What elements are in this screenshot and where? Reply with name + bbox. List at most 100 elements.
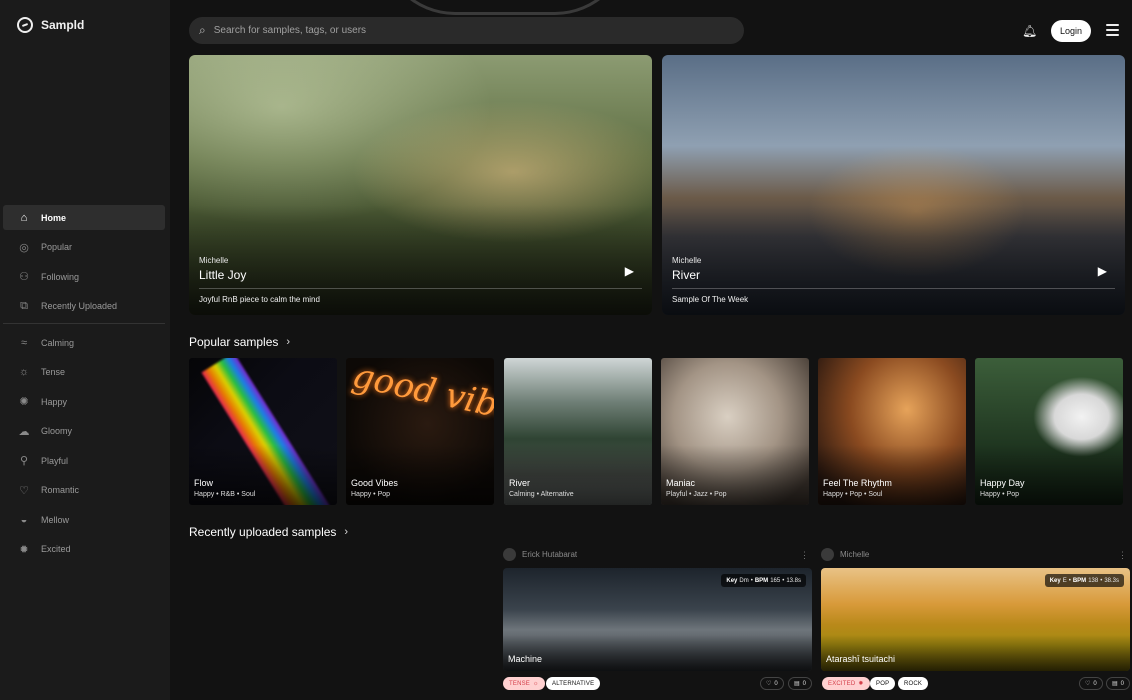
card-title: Maniac bbox=[666, 478, 696, 488]
sidebar-item-label: Mellow bbox=[41, 514, 70, 525]
sidebar-item-popular[interactable]: ◎ Popular bbox=[3, 235, 165, 260]
hero-divider bbox=[672, 288, 1115, 289]
sidebar-item-recently-uploaded[interactable]: ⧉ Recently Uploaded bbox=[3, 294, 165, 319]
sidebar-item-label: Popular bbox=[41, 242, 73, 252]
genre-tag[interactable]: ROCK bbox=[898, 677, 929, 690]
sidebar-item-happy[interactable]: ✺ Happy bbox=[3, 389, 165, 414]
like-button[interactable]: ♡ 0 bbox=[1079, 677, 1103, 690]
card-tags: Happy • Pop • Soul bbox=[823, 491, 883, 498]
sidebar-item-label: Playful bbox=[41, 455, 69, 466]
sidebar-item-label: Gloomy bbox=[41, 426, 73, 436]
card-shade bbox=[821, 635, 1130, 671]
header-decoration bbox=[380, 0, 630, 15]
sample-card[interactable]: Feel The Rhythm Happy • Pop • Soul bbox=[818, 358, 966, 505]
search-bar[interactable]: ⌕ bbox=[189, 17, 744, 44]
meta-bpm: 138 bbox=[1088, 577, 1099, 584]
sample-card[interactable]: Maniac Playful • Jazz • Pop bbox=[661, 358, 809, 505]
home-icon: ⌂ bbox=[20, 211, 28, 224]
sidebar-divider bbox=[3, 323, 165, 324]
sidebar-item-mellow[interactable]: ◒ Mellow bbox=[3, 507, 165, 532]
sidebar-item-label: Romantic bbox=[41, 485, 80, 495]
bell-icon[interactable]: 🔔︎ bbox=[1022, 24, 1037, 38]
section-title-text: Popular samples bbox=[189, 335, 279, 349]
sample-title: Atarashī tsuitachi bbox=[826, 654, 896, 664]
hero-author[interactable]: Michelle bbox=[199, 256, 228, 265]
card-artwork: good vibes only bbox=[348, 358, 494, 450]
like-count: 0 bbox=[1093, 680, 1097, 687]
comment-button[interactable]: ▤ 0 bbox=[1106, 677, 1131, 690]
sidebar-item-home[interactable]: ⌂ Home bbox=[3, 205, 165, 230]
like-button[interactable]: ♡ 0 bbox=[760, 677, 784, 690]
happy-icon: ✺ bbox=[19, 396, 29, 408]
genre-tag[interactable]: ALTERNATIVE bbox=[546, 677, 601, 690]
genre-tag-label: POP bbox=[876, 680, 890, 687]
popular-section-title[interactable]: Popular samples › bbox=[189, 335, 290, 349]
sample-card[interactable]: River Calming • Alternative bbox=[504, 358, 652, 505]
mood-tag[interactable]: EXCITED ✹ bbox=[822, 677, 870, 690]
card-tags: Playful • Jazz • Pop bbox=[666, 491, 727, 498]
gloomy-icon: ☁ bbox=[18, 425, 30, 438]
hero-author[interactable]: Michelle bbox=[672, 256, 701, 265]
mood-tag-label: EXCITED bbox=[828, 680, 856, 687]
sidebar-item-playful[interactable]: ⚲ Playful bbox=[3, 448, 165, 473]
excited-icon: ✹ bbox=[19, 543, 29, 556]
card-title: River bbox=[509, 478, 531, 488]
hero-title[interactable]: Little Joy bbox=[199, 268, 246, 282]
hamburger-menu-icon[interactable] bbox=[1106, 24, 1119, 36]
card-tags: Happy • R&B • Soul bbox=[194, 491, 256, 498]
playful-icon: ⚲ bbox=[19, 455, 29, 467]
play-icon[interactable]: ▶ bbox=[1098, 264, 1107, 278]
recent-sample-card[interactable]: Key Dm • BPM 165 • 13.8s Machine bbox=[503, 568, 812, 671]
heart-icon: ♡ bbox=[766, 681, 772, 687]
author-name: Michelle bbox=[840, 550, 870, 559]
hero-title[interactable]: River bbox=[672, 268, 700, 282]
sidebar-item-romantic[interactable]: ♡ Romantic bbox=[3, 478, 165, 503]
meta-key-label: Key bbox=[1049, 577, 1061, 584]
mood-tag[interactable]: TENSE ☼ bbox=[503, 677, 545, 690]
like-count: 0 bbox=[774, 680, 778, 687]
comment-icon: ▤ bbox=[794, 681, 800, 687]
card-title: Good Vibes bbox=[351, 478, 398, 488]
meta-bpm: 165 bbox=[770, 577, 781, 584]
sidebar-item-gloomy[interactable]: ☁ Gloomy bbox=[3, 419, 165, 444]
sidebar-nav: ⌂ Home ◎ Popular ⚇ Following ⧉ Recently … bbox=[3, 205, 165, 566]
sample-card[interactable]: Happy Day Happy • Pop bbox=[975, 358, 1123, 505]
more-options-icon[interactable]: ⋮ bbox=[1118, 550, 1127, 561]
comment-button[interactable]: ▤ 0 bbox=[788, 677, 813, 690]
section-title-text: Recently uploaded samples bbox=[189, 525, 337, 539]
login-button[interactable]: Login bbox=[1051, 20, 1091, 42]
sample-card[interactable]: Flow Happy • R&B • Soul bbox=[189, 358, 337, 505]
sidebar-item-label: Excited bbox=[41, 544, 71, 554]
hero-description: Sample Of The Week bbox=[672, 295, 749, 304]
hero-card[interactable]: Michelle Little Joy Joyful RnB piece to … bbox=[189, 55, 652, 315]
more-options-icon[interactable]: ⋮ bbox=[800, 550, 809, 561]
genre-tag[interactable]: POP bbox=[870, 677, 896, 690]
meta-separator: • bbox=[782, 577, 785, 584]
mood-tag-label: TENSE bbox=[509, 680, 531, 687]
logo[interactable]: Sampld bbox=[17, 17, 84, 33]
meta-bpm-label: BPM bbox=[1072, 577, 1087, 584]
sidebar: Sampld ⌂ Home ◎ Popular ⚇ Following ⧉ Re… bbox=[0, 0, 170, 700]
logo-icon bbox=[17, 17, 33, 33]
search-input[interactable] bbox=[213, 25, 714, 36]
recent-sample-card[interactable]: Key E • BPM 138 • 38.3s Atarashī tsuitac… bbox=[821, 568, 1130, 671]
sample-card[interactable]: good vibes only Good Vibes Happy • Pop bbox=[346, 358, 494, 505]
sample-author[interactable]: Michelle bbox=[821, 548, 869, 561]
recent-section-title[interactable]: Recently uploaded samples › bbox=[189, 525, 348, 539]
avatar bbox=[821, 548, 834, 561]
meta-separator: • bbox=[1100, 577, 1103, 584]
genre-tag-label: ROCK bbox=[904, 680, 923, 687]
play-icon[interactable]: ▶ bbox=[625, 264, 634, 278]
sidebar-item-calming[interactable]: ≈ Calming bbox=[3, 330, 165, 355]
sample-author[interactable]: Erick Hutabarat bbox=[503, 548, 577, 561]
sidebar-item-label: Recently Uploaded bbox=[41, 301, 118, 311]
meta-length: 38.3s bbox=[1104, 577, 1119, 584]
sidebar-item-following[interactable]: ⚇ Following bbox=[3, 264, 165, 289]
sidebar-item-tense[interactable]: ☼ Tense bbox=[3, 360, 165, 385]
card-tags: Happy • Pop bbox=[351, 491, 391, 498]
hero-card[interactable]: Michelle River Sample Of The Week ▶ bbox=[662, 55, 1125, 315]
excited-icon: ✹ bbox=[858, 681, 864, 687]
sidebar-item-excited[interactable]: ✹ Excited bbox=[3, 537, 165, 562]
card-tags: Happy • Pop bbox=[980, 491, 1020, 498]
chevron-right-icon: › bbox=[286, 336, 291, 348]
